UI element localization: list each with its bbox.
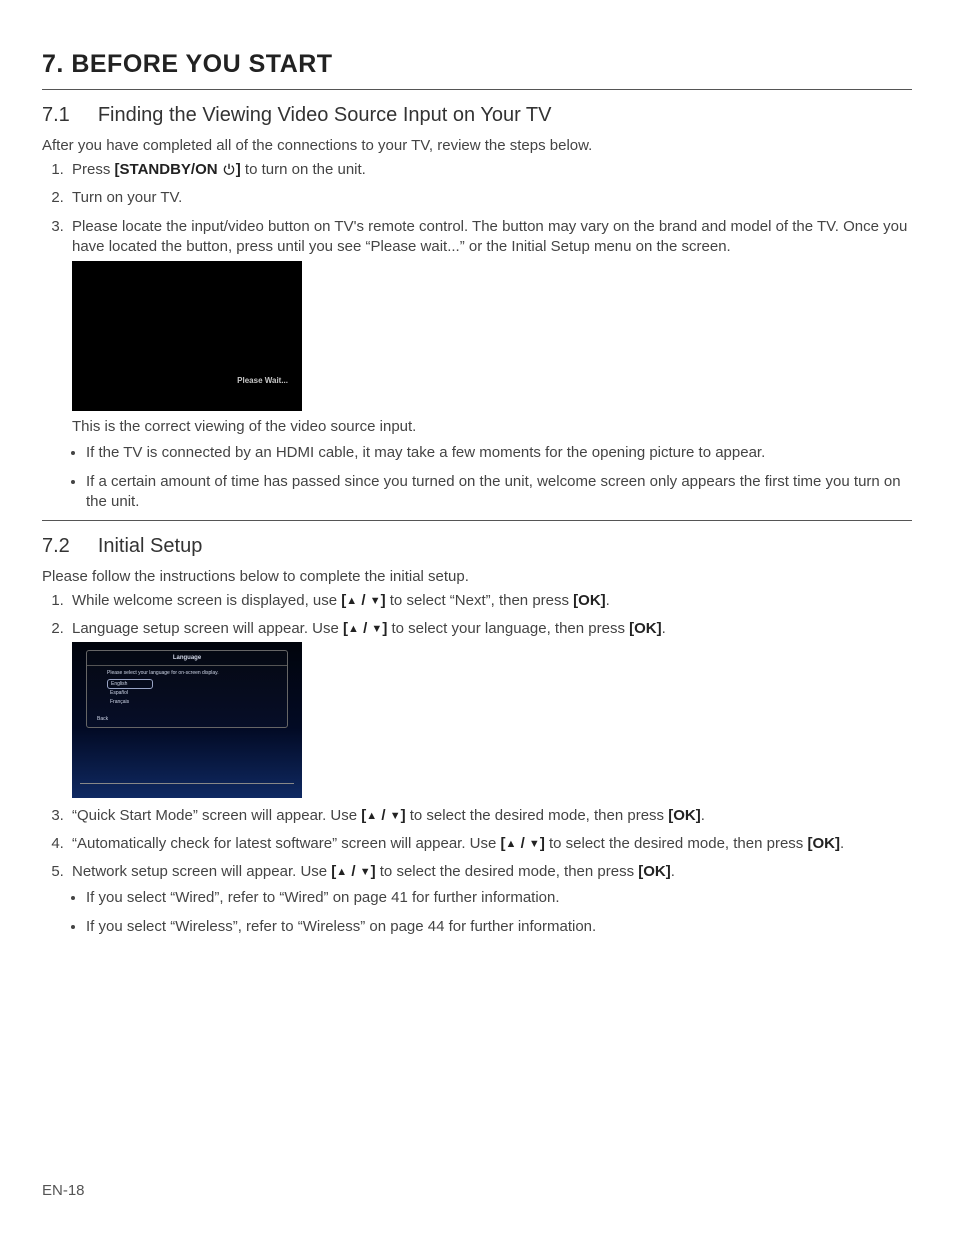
tv-wait-message: Please Wait... bbox=[237, 376, 288, 387]
list-item: Press [STANDBY/ON ] to turn on the unit. bbox=[68, 160, 912, 180]
section-name: Initial Setup bbox=[98, 535, 203, 557]
dialog-prompt: Please select your language for on-scree… bbox=[107, 670, 267, 676]
list-item: Network setup screen will appear. Use [▲… bbox=[68, 862, 912, 937]
down-triangle-icon: ▼ bbox=[529, 839, 540, 850]
dialog-underline bbox=[80, 783, 294, 784]
section-number: 7.2 bbox=[42, 535, 70, 558]
list-item: If the TV is connected by an HDMI cable,… bbox=[86, 443, 912, 463]
page-number: EN-18 bbox=[42, 1182, 85, 1199]
section-7-1-title: 7.1 Finding the Viewing Video Source Inpu… bbox=[42, 104, 912, 127]
list-item: Turn on your TV. bbox=[68, 188, 912, 208]
down-triangle-icon: ▼ bbox=[360, 867, 371, 878]
chapter-title: 7. BEFORE YOU START bbox=[42, 50, 912, 79]
list-item: “Automatically check for latest software… bbox=[68, 834, 912, 854]
list-item: “Quick Start Mode” screen will appear. U… bbox=[68, 806, 912, 826]
up-triangle-icon: ▲ bbox=[506, 839, 517, 850]
dialog-back: Back bbox=[97, 716, 108, 723]
section-7-2-title: 7.2 Initial Setup bbox=[42, 535, 912, 558]
down-triangle-icon: ▼ bbox=[390, 811, 401, 822]
network-sub-bullets: If you select “Wired”, refer to “Wired” … bbox=[72, 888, 912, 937]
tv-screenshot-please-wait: Please Wait... bbox=[72, 261, 302, 411]
section-71-steps: Press [STANDBY/ON ] to turn on the unit.… bbox=[42, 160, 912, 512]
section-72-lead: Please follow the instructions below to … bbox=[42, 568, 912, 585]
tv-screenshot-language: Language Please select your language for… bbox=[72, 642, 302, 798]
list-item: If you select “Wireless”, refer to “Wire… bbox=[86, 917, 912, 937]
up-triangle-icon: ▲ bbox=[336, 867, 347, 878]
chapter-number: 7. bbox=[42, 50, 64, 78]
language-dialog: Language Please select your language for… bbox=[86, 650, 288, 728]
section-71-notes: If the TV is connected by an HDMI cable,… bbox=[72, 443, 912, 512]
dialog-option-francais: Français bbox=[107, 698, 267, 707]
list-item: Please locate the input/video button on … bbox=[68, 217, 912, 513]
dialog-option-english: English bbox=[107, 679, 153, 690]
list-item: While welcome screen is displayed, use [… bbox=[68, 591, 912, 611]
section-71-lead: After you have completed all of the conn… bbox=[42, 137, 912, 154]
section-name: Finding the Viewing Video Source Input o… bbox=[98, 104, 552, 126]
dialog-title: Language bbox=[87, 651, 287, 666]
up-triangle-icon: ▲ bbox=[348, 624, 359, 635]
power-icon bbox=[222, 162, 236, 176]
down-triangle-icon: ▼ bbox=[371, 624, 382, 635]
list-item: If you select “Wired”, refer to “Wired” … bbox=[86, 888, 912, 908]
list-item: If a certain amount of time has passed s… bbox=[86, 472, 912, 513]
up-triangle-icon: ▲ bbox=[366, 811, 377, 822]
divider bbox=[42, 89, 912, 90]
tv-caption: This is the correct viewing of the video… bbox=[72, 417, 912, 437]
chapter-name: BEFORE YOU START bbox=[71, 50, 332, 78]
up-triangle-icon: ▲ bbox=[346, 596, 357, 607]
section-72-steps: While welcome screen is displayed, use [… bbox=[42, 591, 912, 937]
down-triangle-icon: ▼ bbox=[370, 596, 381, 607]
section-number: 7.1 bbox=[42, 104, 70, 127]
dialog-body: Please select your language for on-scree… bbox=[87, 666, 287, 713]
dialog-option-espanol: Español bbox=[107, 689, 267, 698]
divider bbox=[42, 520, 912, 521]
list-item: Language setup screen will appear. Use [… bbox=[68, 619, 912, 797]
